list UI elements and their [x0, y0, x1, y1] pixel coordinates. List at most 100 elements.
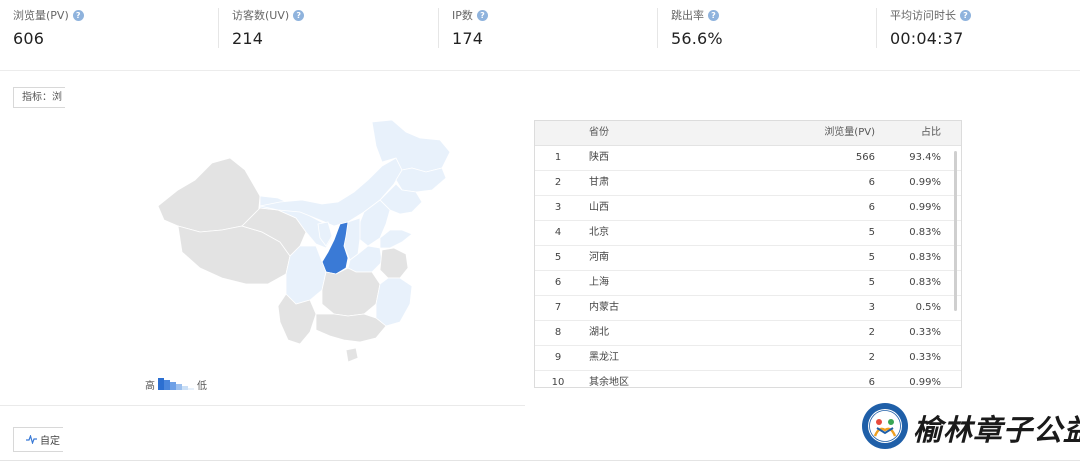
row-rank: 8 [554, 327, 562, 338]
table-row[interactable]: 3 山西 6 0.99% [535, 196, 961, 221]
row-pv: 2 [868, 327, 875, 338]
table-row[interactable]: 7 内蒙古 3 0.5% [535, 296, 961, 321]
region-heilongjiang[interactable] [371, 119, 451, 173]
header-province[interactable]: 省份 [589, 121, 609, 145]
row-rank: 3 [554, 202, 562, 213]
row-province: 黑龙江 [589, 352, 619, 363]
row-pct: 0.83% [909, 252, 941, 263]
row-pct: 0.5% [915, 302, 941, 313]
row-pv: 3 [868, 302, 875, 313]
row-pct: 0.99% [909, 377, 941, 388]
region-southeast[interactable] [375, 277, 413, 327]
row-rank: 10 [551, 377, 565, 388]
divider [876, 8, 877, 48]
row-province: 河南 [589, 252, 609, 263]
table-row[interactable]: 4 北京 5 0.83% [535, 221, 961, 246]
bottom-divider [0, 460, 1080, 461]
section-divider [0, 405, 525, 406]
metric-select[interactable]: 指标：浏 [13, 87, 65, 108]
row-province: 甘肃 [589, 177, 609, 188]
divider [218, 8, 219, 48]
header-pct[interactable]: 占比 [921, 121, 941, 145]
legend-gradient [158, 378, 194, 390]
row-rank: 6 [554, 277, 562, 288]
row-pv: 6 [868, 177, 875, 188]
row-pct: 0.33% [909, 327, 941, 338]
row-pct: 0.83% [909, 227, 941, 238]
china-map [157, 119, 451, 363]
province-table: 省份 浏览量(PV) 占比 1 陕西 5 6 6 93.4% 2 甘肃 6 0.99% 3 山西 6 0.… [534, 120, 962, 388]
stat-pv: 浏览量(PV)? 606 [13, 8, 84, 48]
stat-ip: IP数? 174 [438, 8, 488, 48]
help-icon[interactable]: ? [708, 9, 719, 21]
region-hainan[interactable] [345, 347, 359, 363]
row-rank: 9 [554, 352, 562, 363]
row-pct: 93.4% [909, 152, 941, 163]
stat-label: IP数 [452, 9, 473, 22]
stat-value: 606 [13, 29, 45, 48]
region-jiangsu-anhui[interactable] [379, 247, 409, 279]
region-shandong[interactable] [379, 229, 413, 249]
metric-select-value: 浏 [52, 92, 62, 103]
region-xinjiang[interactable] [157, 157, 261, 233]
region-south[interactable] [315, 313, 387, 343]
row-province: 其余地区 [589, 377, 629, 388]
help-icon[interactable]: ? [960, 9, 971, 21]
table-scrollbar[interactable] [954, 151, 957, 311]
row-pct: 0.99% [909, 202, 941, 213]
header-pv[interactable]: 浏览量(PV) [824, 121, 875, 145]
table-row[interactable]: 2 甘肃 6 0.99% [535, 171, 961, 196]
stats-bar: 浏览量(PV)? 606 访客数(UV)? 214 IP数? 174 跳出率? … [0, 0, 1080, 71]
row-pv: 5 [868, 252, 875, 263]
table-row[interactable]: 5 河南 5 0.83% [535, 246, 961, 271]
table-row[interactable]: 9 黑龙江 2 0.33% [535, 346, 961, 371]
row-province: 湖北 [589, 327, 609, 338]
divider [438, 8, 439, 48]
help-icon[interactable]: ? [72, 9, 84, 21]
table-row[interactable]: 6 上海 5 0.83% [535, 271, 961, 296]
row-province: 北京 [589, 227, 609, 238]
metric-select-label: 指标： [22, 92, 52, 103]
region-jilin[interactable] [395, 167, 447, 193]
stat-value: 00:04:37 [890, 29, 964, 48]
row-pv: 2 [868, 352, 875, 363]
custom-button-label: 自定 [40, 436, 60, 447]
help-icon[interactable]: ? [476, 9, 488, 21]
row-pv: 6 [868, 202, 875, 213]
row-province: 山西 [589, 202, 609, 213]
stat-avg-duration: 平均访问时长? 00:04:37 [876, 8, 971, 48]
stat-bounce-rate: 跳出率? 56.6% [657, 8, 723, 48]
table-row[interactable]: 8 湖北 2 0.33% [535, 321, 961, 346]
stat-value: 214 [232, 29, 264, 48]
stat-label: 跳出率 [671, 9, 704, 22]
row-pct: 0.99% [909, 177, 941, 188]
region-central[interactable] [321, 267, 381, 317]
stat-value: 56.6% [671, 29, 723, 48]
help-icon[interactable]: ? [293, 9, 305, 21]
table-row[interactable]: 1 陕西 566 93.4% [535, 146, 961, 171]
row-pv: 5 [868, 227, 875, 238]
row-pct: 0.33% [909, 352, 941, 363]
legend-high-label: 高 [145, 380, 155, 392]
stat-label: 平均访问时长 [890, 9, 956, 22]
row-rank: 2 [554, 177, 562, 188]
region-sichuan[interactable] [285, 245, 327, 305]
watermark-text: 榆林章子公益 [913, 413, 1080, 447]
row-rank: 4 [554, 227, 562, 238]
stat-value: 174 [452, 29, 484, 48]
row-rank: 5 [554, 252, 562, 263]
watermark-logo [862, 403, 908, 449]
table-row[interactable]: 10 其余地区 6 0.99% [535, 371, 961, 388]
map-legend: 高 低 [145, 377, 207, 392]
table-header: 省份 浏览量(PV) 占比 [535, 121, 961, 146]
pulse-icon [26, 435, 37, 444]
row-pv: 5 [868, 277, 875, 288]
row-rank: 7 [554, 302, 562, 313]
row-pv: 6 [868, 377, 875, 388]
stat-uv: 访客数(UV)? 214 [218, 8, 305, 48]
stat-label: 访客数(UV) [232, 9, 290, 22]
row-rank: 1 [554, 152, 562, 163]
row-province: 上海 [589, 277, 609, 288]
custom-button[interactable]: 自定 [13, 427, 63, 452]
row-province: 陕西 [589, 152, 609, 163]
